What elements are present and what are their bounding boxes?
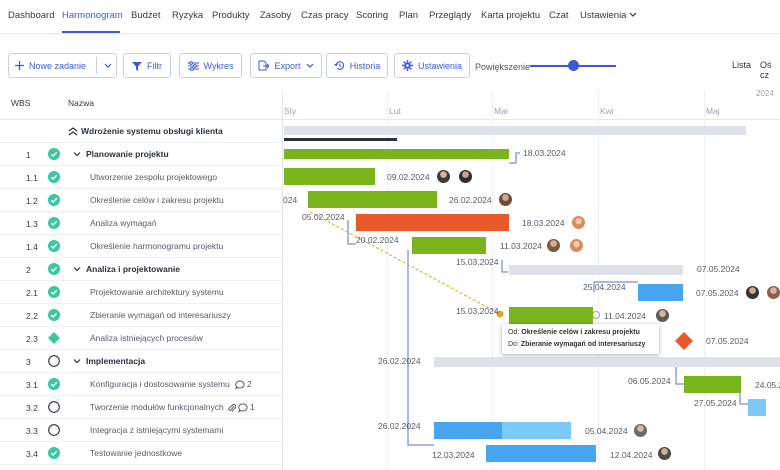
avatar[interactable] [546, 238, 561, 253]
tooltip-to-task: Zbieranie wymagań od interesariuszy [520, 341, 646, 348]
date-label: 12.04.2024 [610, 450, 653, 460]
dependency-handle [592, 311, 600, 319]
dependency-connector [407, 250, 434, 446]
avatar[interactable] [745, 285, 760, 300]
avatar[interactable] [571, 215, 586, 230]
dependency-connector [675, 365, 684, 385]
avatar[interactable] [657, 446, 672, 461]
task-bar[interactable] [638, 284, 683, 301]
dependency-connector [501, 260, 508, 273]
summary-bar-implementacja[interactable] [434, 357, 780, 367]
summary-bar-planowanie[interactable] [284, 149, 509, 159]
date-label: 18.03.2024 [523, 148, 566, 158]
avatar[interactable] [436, 169, 451, 184]
avatar[interactable] [766, 285, 780, 300]
date-label: 24.05.2 [755, 380, 780, 390]
tooltip-from-task: Określenie celów i zakresu projektu [521, 329, 640, 336]
date-label: 26.02.2024 [378, 421, 421, 431]
date-label: 26.02.2024 [449, 195, 492, 205]
summary-bar-analiza[interactable] [509, 265, 683, 275]
avatar[interactable] [458, 169, 473, 184]
avatar[interactable] [569, 238, 584, 253]
task-bar[interactable] [748, 399, 766, 416]
date-label: 07.05.2024 [697, 264, 740, 274]
date-label: 06.05.2024 [628, 376, 671, 386]
tooltip-from-label: Od: [508, 329, 520, 336]
task-bar[interactable] [284, 168, 375, 185]
date-label: 20.02.2024 [356, 235, 399, 245]
date-label: 024 [283, 195, 298, 205]
date-label: 26.02.2024 [378, 356, 421, 366]
task-bar[interactable] [509, 307, 593, 324]
date-label: 07.05.2024 [706, 336, 749, 346]
avatar[interactable] [498, 192, 513, 207]
date-label: 05.02.2024 [302, 212, 345, 222]
tooltip-to-label: Do: [508, 341, 519, 348]
dependency-connector [509, 152, 520, 164]
tooltip-to-line: Do: Zbieranie wymagań od interesariuszy [508, 339, 653, 351]
date-label: 07.05.2024 [696, 288, 739, 298]
date-label: 12.03.2024 [432, 450, 475, 460]
date-label: 11.04.2024 [604, 311, 646, 321]
task-bar[interactable] [486, 445, 596, 462]
date-label: 25.04.2024 [583, 282, 626, 292]
date-label: 15.03.2024 [456, 257, 499, 267]
task-bar[interactable] [308, 191, 437, 208]
date-label: 05.04.2024 [585, 426, 628, 436]
date-label: 18.03.2024 [522, 218, 565, 228]
avatar[interactable] [633, 423, 648, 438]
task-bar[interactable] [684, 376, 741, 393]
dependency-connector [739, 392, 748, 405]
task-bar[interactable] [434, 422, 502, 439]
date-label: 15.03.2024 [456, 306, 499, 316]
dependency-connector [347, 220, 356, 245]
tooltip-from-line: Od: Określenie celów i zakresu projektu [508, 327, 653, 339]
task-bar[interactable] [356, 214, 509, 231]
date-label: 09.02.2024 [387, 172, 430, 182]
task-bar[interactable] [412, 237, 486, 254]
task-bar[interactable] [502, 422, 571, 439]
root-summary-bar[interactable] [284, 126, 746, 135]
milestone-diamond[interactable] [674, 331, 694, 351]
dependency-tooltip: Od: Określenie celów i zakresu projektu … [502, 324, 659, 354]
avatar[interactable] [655, 308, 670, 323]
date-label: 27.05.2024 [694, 398, 737, 408]
root-progress-bar [284, 138, 397, 141]
date-label: 11.03.2024 [500, 241, 542, 251]
